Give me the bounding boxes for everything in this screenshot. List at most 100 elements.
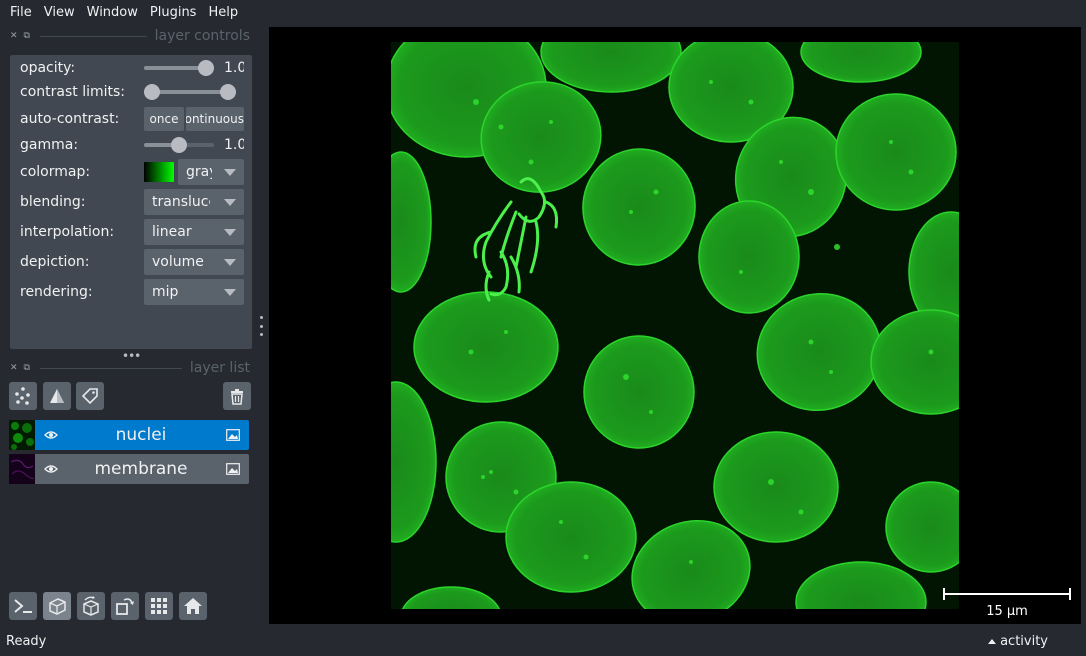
shapes-icon [50, 389, 64, 403]
roll-dimensions-button[interactable] [77, 592, 105, 620]
auto-contrast-continuous-label: continuous [186, 112, 244, 126]
auto-contrast-row: auto-contrast: once continuous [20, 106, 252, 132]
status-text: Ready [6, 634, 47, 649]
contrast-limits-high-handle[interactable] [220, 84, 236, 100]
rendering-row: rendering: mip [20, 279, 252, 305]
delete-layer-button[interactable] [223, 382, 251, 410]
colormap-dropdown[interactable]: gray [178, 159, 244, 185]
gamma-slider[interactable] [144, 137, 214, 153]
layer-item-membrane[interactable]: membrane [9, 454, 249, 484]
dock-splitter-handle[interactable] [257, 316, 265, 336]
rendering-dropdown[interactable]: mip [144, 279, 244, 305]
layer-name[interactable]: membrane [61, 459, 221, 479]
gamma-handle[interactable] [171, 137, 187, 153]
depiction-label: depiction: [20, 254, 90, 270]
terminal-icon [14, 599, 32, 613]
tag-icon [81, 388, 98, 405]
layer-controls-title: layer controls [154, 28, 250, 44]
viewer-canvas[interactable]: 15 µm [269, 27, 1081, 624]
contrast-limits-row: contrast limits: [20, 79, 252, 105]
new-points-layer-button[interactable] [9, 382, 37, 410]
colormap-label: colormap: [20, 164, 91, 180]
grid-icon [151, 598, 167, 614]
interpolation-value: linear [152, 224, 192, 240]
colormap-row: colormap: gray [20, 159, 252, 185]
points-icon [15, 387, 30, 405]
nuclei-image [391, 42, 959, 609]
rendering-label: rendering: [20, 284, 93, 300]
opacity-slider[interactable] [144, 60, 214, 76]
contrast-limits-slider[interactable] [144, 84, 236, 100]
layer-list-title-bar: ✕ ⧉ layer list [10, 359, 250, 377]
activity-button[interactable]: activity [988, 634, 1048, 649]
interpolation-row: interpolation: linear [20, 219, 252, 245]
interpolation-dropdown[interactable]: linear [144, 219, 244, 245]
roll-cube-icon [83, 596, 99, 616]
close-dock-icon[interactable]: ✕ [10, 31, 18, 41]
layer-thumbnail [9, 420, 35, 450]
menu-file[interactable]: File [4, 5, 38, 20]
scale-bar [943, 588, 1071, 605]
new-shapes-layer-button[interactable] [43, 382, 71, 410]
depiction-dropdown[interactable]: volume [144, 249, 244, 275]
toggle-ndisplay-button[interactable] [43, 592, 71, 620]
contrast-limits-label: contrast limits: [20, 84, 125, 100]
opacity-handle[interactable] [198, 60, 214, 76]
home-button[interactable] [179, 592, 207, 620]
menu-help[interactable]: Help [202, 5, 244, 20]
close-dock-icon[interactable]: ✕ [10, 363, 18, 373]
blending-value: translucent [152, 194, 210, 210]
chevron-down-icon [224, 169, 236, 176]
scale-bar-label: 15 µm [986, 604, 1028, 619]
layer-controls-panel: opacity: 1.0 contrast limits: auto-contr… [10, 55, 252, 349]
float-dock-icon[interactable]: ⧉ [24, 363, 30, 373]
menu-view[interactable]: View [38, 5, 81, 20]
chevron-down-icon [224, 199, 236, 206]
opacity-value: 1.0 [224, 60, 244, 76]
menu-plugins[interactable]: Plugins [144, 5, 203, 20]
caret-up-icon [988, 639, 997, 644]
nuclei-image-render [391, 42, 959, 609]
title-divider [39, 35, 147, 37]
float-dock-icon[interactable]: ⧉ [24, 31, 30, 41]
console-button[interactable] [9, 592, 37, 620]
blending-dropdown[interactable]: translucent [144, 189, 244, 215]
depiction-value: volume [152, 254, 204, 270]
chevron-down-icon [224, 259, 236, 266]
gamma-row: gamma: 1.0 [20, 132, 252, 158]
cube-3d-icon [49, 598, 66, 615]
colormap-value: gray [186, 164, 212, 180]
layer-thumbnail [9, 454, 35, 484]
auto-contrast-once-button[interactable]: once [144, 107, 184, 131]
layer-item-nuclei[interactable]: nuclei [9, 420, 249, 450]
activity-label: activity [1000, 634, 1048, 649]
colormap-swatch [144, 162, 174, 182]
contrast-limits-low-handle[interactable] [144, 84, 160, 100]
rendering-value: mip [152, 284, 179, 300]
opacity-label: opacity: [20, 60, 76, 76]
gamma-label: gamma: [20, 137, 79, 153]
transpose-dimensions-button[interactable] [111, 592, 139, 620]
blending-row: blending: translucent [20, 189, 252, 215]
chevron-down-icon [224, 289, 236, 296]
layer-list-title: layer list [189, 360, 250, 376]
interpolation-label: interpolation: [20, 224, 115, 240]
menu-bar: File View Window Plugins Help [0, 0, 1086, 24]
eye-icon[interactable] [41, 430, 61, 440]
depiction-row: depiction: volume [20, 249, 252, 275]
new-labels-layer-button[interactable] [76, 382, 104, 410]
trash-icon [231, 389, 243, 405]
opacity-fill [144, 66, 206, 70]
grid-view-button[interactable] [145, 592, 173, 620]
layer-controls-title-bar: ✕ ⧉ layer controls [10, 27, 250, 45]
menu-window[interactable]: Window [81, 5, 144, 20]
layer-name[interactable]: nuclei [61, 425, 221, 445]
auto-contrast-continuous-button[interactable]: continuous [186, 107, 244, 131]
eye-icon[interactable] [41, 464, 61, 474]
opacity-row: opacity: 1.0 [20, 55, 252, 81]
gamma-value: 1.0 [224, 137, 244, 153]
transpose-icon [116, 598, 134, 615]
image-layer-icon [221, 463, 245, 475]
home-icon [184, 598, 202, 614]
status-bar: Ready activity [0, 630, 1086, 656]
